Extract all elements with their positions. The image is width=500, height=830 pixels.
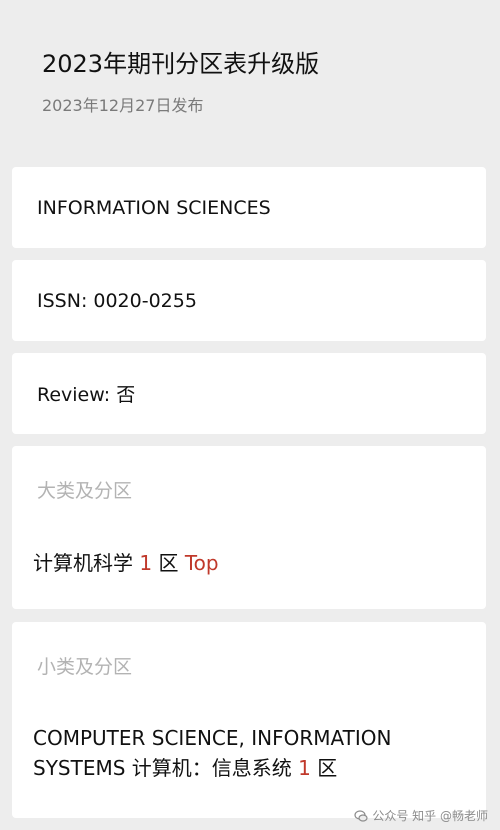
issn-value: ISSN: 0020-0255 [37, 289, 197, 312]
minor-category-name: COMPUTER SCIENCE, INFORMATION SYSTEMS 计算… [33, 726, 392, 780]
major-category-value: 计算机科学 1 区 Top [33, 548, 466, 578]
minor-category-label: 小类及分区 [37, 656, 133, 678]
journal-name: INFORMATION SCIENCES [37, 196, 271, 219]
page-title: 2023年期刊分区表升级版 [42, 50, 320, 78]
journal-name-card: INFORMATION SCIENCES [12, 167, 486, 248]
wechat-icon [354, 809, 368, 822]
major-category-name: 计算机科学 [33, 551, 133, 575]
minor-zone-number: 1 [298, 756, 311, 780]
minor-category-card: 小类及分区 COMPUTER SCIENCE, INFORMATION SYST… [12, 622, 486, 818]
minor-zone-suffix: 区 [317, 756, 338, 780]
major-zone-suffix: 区 [158, 551, 179, 575]
review-card: Review: 否 [12, 353, 486, 434]
review-value: Review: 否 [37, 384, 136, 406]
issn-card: ISSN: 0020-0255 [12, 260, 486, 341]
watermark: 公众号 知乎 @畅老师 [354, 807, 488, 824]
page-header: 2023年期刊分区表升级版 2023年12月27日发布 [42, 48, 480, 116]
top-badge: Top [184, 551, 219, 575]
major-zone-number: 1 [139, 551, 153, 575]
watermark-text: 公众号 知乎 @畅老师 [372, 809, 488, 823]
publish-date: 2023年12月27日发布 [42, 96, 204, 115]
major-category-label: 大类及分区 [37, 480, 133, 502]
major-category-card: 大类及分区 计算机科学 1 区 Top [12, 446, 486, 609]
minor-category-value: COMPUTER SCIENCE, INFORMATION SYSTEMS 计算… [33, 723, 466, 783]
